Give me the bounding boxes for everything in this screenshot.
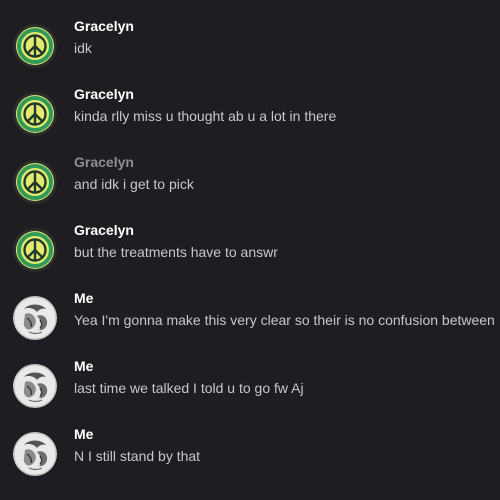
message-text: but the treatments have to answr: [74, 244, 278, 260]
message-text: and idk i get to pick: [74, 176, 194, 192]
sketch-portrait-icon[interactable]: [13, 432, 57, 476]
message-text: N I still stand by that: [74, 448, 201, 464]
sketch-portrait-icon[interactable]: [13, 296, 57, 340]
message-text: last time we talked I told u to go fw Aj: [74, 380, 304, 396]
message-author[interactable]: Gracelyn: [74, 222, 134, 238]
message-author[interactable]: Me: [74, 426, 93, 442]
chat-message[interactable]: Me Yea I'm gonna make this very clear so…: [0, 290, 500, 358]
message-text: idk: [74, 40, 92, 56]
message-text: kinda rlly miss u thought ab u a lot in …: [74, 108, 337, 124]
message-author[interactable]: Gracelyn: [74, 86, 134, 102]
chat-message[interactable]: Gracelyn idk: [0, 18, 500, 86]
chat-message[interactable]: Me N I still stand by that: [0, 426, 500, 494]
peace-sign-icon[interactable]: [13, 24, 57, 68]
message-author[interactable]: Gracelyn: [74, 18, 134, 34]
sketch-portrait-icon[interactable]: [13, 364, 57, 408]
chat-message[interactable]: Gracelyn but the treatments have to answ…: [0, 222, 500, 290]
message-author[interactable]: Me: [74, 290, 93, 306]
peace-sign-icon[interactable]: [13, 92, 57, 136]
message-text: Yea I'm gonna make this very clear so th…: [74, 312, 495, 328]
message-author[interactable]: Me: [74, 358, 93, 374]
message-author[interactable]: Gracelyn: [74, 154, 134, 170]
peace-sign-icon[interactable]: [13, 160, 57, 204]
chat-message-list: Gracelyn idk Gracelyn kinda rlly miss u …: [0, 0, 500, 500]
chat-message[interactable]: Me last time we talked I told u to go fw…: [0, 358, 500, 426]
chat-message[interactable]: Gracelyn kinda rlly miss u thought ab u …: [0, 86, 500, 154]
chat-message[interactable]: Gracelyn and idk i get to pick: [0, 154, 500, 222]
peace-sign-icon[interactable]: [13, 228, 57, 272]
